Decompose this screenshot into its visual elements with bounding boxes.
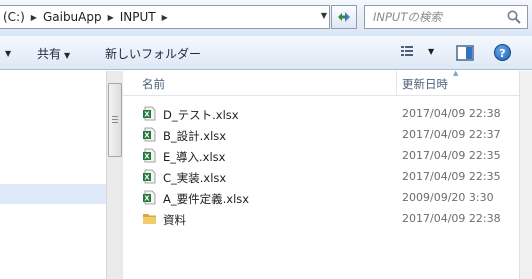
content-scrollbar[interactable]	[519, 71, 532, 279]
address-bar[interactable]: (C:) ▶ GaibuApp ▶ INPUT ▶	[0, 5, 330, 29]
chevron-down-icon: ▼	[428, 46, 435, 56]
change-view-button[interactable]: ▼	[400, 44, 434, 58]
refresh-icon	[338, 12, 350, 22]
svg-text:X: X	[144, 111, 150, 119]
folder-icon	[143, 214, 156, 224]
breadcrumb-separator-icon[interactable]: ▶	[162, 13, 168, 22]
file-date: 2017/04/09 22:35	[402, 170, 501, 183]
breadcrumb-input[interactable]: INPUT	[120, 10, 156, 24]
file-date: 2017/04/09 22:38	[402, 212, 501, 225]
folder-name: 資料	[163, 213, 186, 227]
file-row[interactable]: X D_テスト.xlsx 2017/04/09 22:38	[123, 103, 519, 124]
file-row[interactable]: X E_導入.xlsx 2017/04/09 22:35	[123, 145, 519, 166]
grip-icon	[112, 116, 118, 124]
chevron-down-icon: ▼	[64, 51, 71, 60]
help-icon[interactable]: ?	[494, 44, 511, 61]
search-placeholder: INPUTの検索	[373, 10, 442, 24]
breadcrumb-separator-icon[interactable]: ▶	[108, 13, 114, 22]
preview-pane-button[interactable]	[456, 45, 474, 64]
share-menu-label: 共有	[37, 47, 62, 61]
file-row[interactable]: X A_要件定義.xlsx 2009/09/20 3:30	[123, 187, 519, 208]
file-name: B_設計.xlsx	[163, 129, 227, 143]
search-input[interactable]: INPUTの検索	[364, 5, 528, 29]
breadcrumb-separator-icon[interactable]: ▶	[31, 13, 37, 22]
svg-text:X: X	[144, 153, 150, 161]
sort-ascending-icon: ▲	[453, 69, 459, 77]
nav-selected-item[interactable]	[0, 184, 106, 204]
organize-arrow-icon[interactable]: ▼	[2, 45, 11, 59]
share-menu[interactable]: 共有 ▼	[37, 45, 70, 62]
search-icon[interactable]	[506, 9, 522, 28]
column-header-date-modified[interactable]: 更新日時	[402, 76, 448, 92]
column-header-name[interactable]: 名前	[142, 76, 165, 92]
excel-file-icon: X	[143, 127, 156, 142]
excel-file-icon: X	[143, 106, 156, 121]
column-divider[interactable]	[396, 71, 397, 96]
address-dropdown-icon[interactable]: ▼	[318, 11, 330, 23]
scrollbar-thumb[interactable]	[108, 83, 122, 157]
new-folder-button[interactable]: 新しいフォルダー	[105, 45, 201, 62]
file-name: E_導入.xlsx	[163, 150, 226, 164]
file-name: C_実装.xlsx	[163, 171, 227, 185]
file-name: D_テスト.xlsx	[163, 108, 239, 122]
svg-text:X: X	[144, 132, 150, 140]
folder-row[interactable]: 資料 2017/04/09 22:38	[123, 208, 519, 229]
address-row: (C:) ▶ GaibuApp ▶ INPUT ▶ ▼ INPUTの検索	[0, 0, 532, 36]
details-view-icon	[401, 46, 413, 56]
excel-file-icon: X	[143, 190, 156, 205]
svg-text:X: X	[144, 174, 150, 182]
file-row[interactable]: X B_設計.xlsx 2017/04/09 22:37	[123, 124, 519, 145]
navigation-scrollbar[interactable]	[106, 71, 123, 279]
file-date: 2017/04/09 22:35	[402, 149, 501, 162]
file-date: 2017/04/09 22:38	[402, 107, 501, 120]
file-list: 名前 ▲ 更新日時 X D_テスト.xlsx 2017/04/09 22:38 …	[123, 69, 519, 279]
refresh-button[interactable]	[331, 5, 357, 29]
command-bar: ▼ 共有 ▼ 新しいフォルダー ▼ ?	[0, 36, 532, 70]
svg-text:X: X	[144, 195, 150, 203]
file-row[interactable]: X C_実装.xlsx 2017/04/09 22:35	[123, 166, 519, 187]
excel-file-icon: X	[143, 169, 156, 184]
breadcrumb-drive[interactable]: (C:)	[3, 10, 25, 24]
file-date: 2009/09/20 3:30	[402, 191, 494, 204]
preview-pane-icon	[456, 45, 474, 61]
breadcrumb-gaibuapp[interactable]: GaibuApp	[43, 10, 102, 24]
column-header-row: 名前 ▲ 更新日時	[123, 69, 519, 96]
excel-file-icon: X	[143, 148, 156, 163]
navigation-pane[interactable]	[0, 71, 106, 279]
file-name: A_要件定義.xlsx	[163, 192, 250, 206]
file-date: 2017/04/09 22:37	[402, 128, 501, 141]
